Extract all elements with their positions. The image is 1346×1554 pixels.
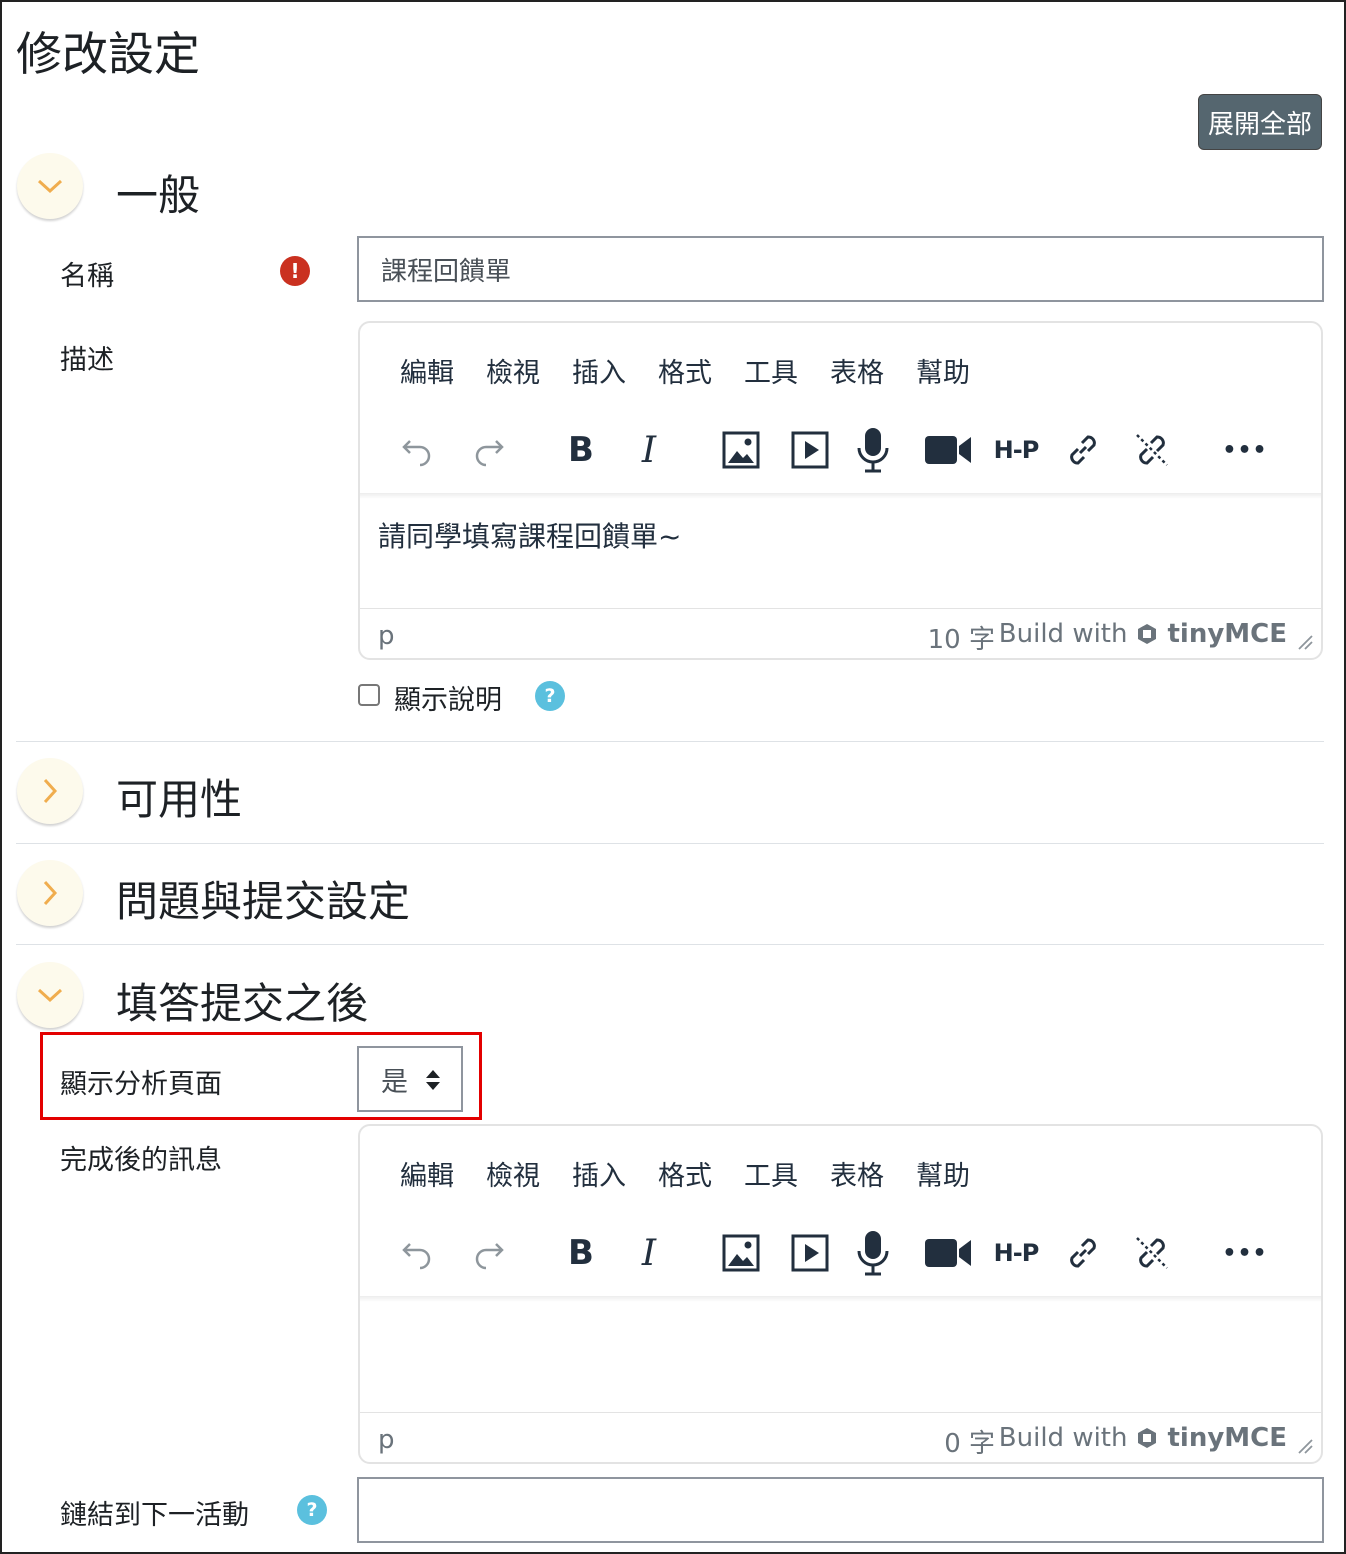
tinymce-wordmark: tinyMCE xyxy=(1167,1423,1287,1453)
h5p-icon[interactable]: H-P xyxy=(988,425,1044,475)
tinymce-wordmark: tinyMCE xyxy=(1167,619,1287,649)
link-icon[interactable] xyxy=(1058,1228,1108,1278)
editor-menubar: 編輯 檢視 插入 格式 工具 表格 幫助 xyxy=(400,1154,970,1193)
element-path[interactable]: p xyxy=(378,1425,395,1455)
toolbar-shadow xyxy=(360,1296,1321,1302)
show-description-label: 顯示說明 xyxy=(394,685,502,716)
menu-table[interactable]: 表格 xyxy=(830,351,884,390)
microphone-icon[interactable] xyxy=(848,1228,898,1278)
menu-format[interactable]: 格式 xyxy=(658,351,712,390)
tinymce-logo-icon xyxy=(1138,1428,1157,1448)
editor-statusbar: p 0 字 Build with tinyMCE xyxy=(360,1412,1321,1462)
menu-format[interactable]: 格式 xyxy=(658,1154,712,1193)
bold-icon[interactable]: B xyxy=(556,1228,606,1278)
editor-content[interactable]: 請同學填寫課程回饋單~ xyxy=(378,515,681,555)
section-divider xyxy=(16,741,1324,742)
menu-table[interactable]: 表格 xyxy=(830,1154,884,1193)
unlink-icon[interactable] xyxy=(1127,425,1177,475)
more-icon[interactable]: ••• xyxy=(1220,425,1270,475)
italic-icon[interactable]: I xyxy=(624,425,674,475)
description-label: 描述 xyxy=(60,345,114,376)
section-title-availability: 可用性 xyxy=(116,775,243,824)
menu-view[interactable]: 檢視 xyxy=(486,1154,540,1193)
microphone-icon[interactable] xyxy=(848,425,898,475)
next-activity-input[interactable] xyxy=(357,1477,1324,1543)
menu-help[interactable]: 幫助 xyxy=(916,351,970,390)
exclamation-icon: ! xyxy=(280,256,310,286)
section-toggle-availability[interactable] xyxy=(17,758,83,824)
menu-edit[interactable]: 編輯 xyxy=(400,1154,454,1193)
image-icon[interactable] xyxy=(716,425,766,475)
editor-menubar: 編輯 檢視 插入 格式 工具 表格 幫助 xyxy=(400,351,970,390)
build-with-label: Build with xyxy=(998,1423,1128,1453)
h5p-icon[interactable]: H-P xyxy=(988,1228,1044,1278)
word-count: 0 字 xyxy=(944,1429,995,1459)
link-icon[interactable] xyxy=(1058,425,1108,475)
menu-tools[interactable]: 工具 xyxy=(744,351,798,390)
name-label: 名稱 xyxy=(60,261,114,292)
build-with-label: Build with xyxy=(998,619,1128,649)
redo-icon[interactable] xyxy=(464,425,514,475)
redo-icon[interactable] xyxy=(464,1228,514,1278)
page-title: 修改設定 xyxy=(16,27,200,81)
element-path[interactable]: p xyxy=(378,621,395,651)
section-toggle-questions[interactable] xyxy=(17,860,83,926)
section-divider xyxy=(16,843,1324,844)
undo-icon[interactable] xyxy=(392,425,442,475)
bold-icon[interactable]: B xyxy=(556,425,606,475)
resize-handle-icon[interactable] xyxy=(1297,1438,1313,1454)
chevron-down-icon xyxy=(37,988,63,1003)
tinymce-branding[interactable]: Build with tinyMCE xyxy=(999,619,1287,649)
show-description-checkbox[interactable] xyxy=(358,684,380,706)
editor-toolbar: B I H-P ••• xyxy=(360,1214,1321,1298)
completion-editor: 編輯 檢視 插入 格式 工具 表格 幫助 B I H-P ••• p 0 字 B… xyxy=(358,1124,1323,1464)
menu-edit[interactable]: 編輯 xyxy=(400,351,454,390)
word-count: 10 字 xyxy=(927,625,995,655)
section-toggle-after-submit[interactable] xyxy=(17,962,83,1028)
unlink-icon[interactable] xyxy=(1127,1228,1177,1278)
image-icon[interactable] xyxy=(716,1228,766,1278)
menu-view[interactable]: 檢視 xyxy=(486,351,540,390)
section-title-general: 一般 xyxy=(116,171,201,220)
question-icon[interactable]: ? xyxy=(535,681,565,711)
completion-message-label: 完成後的訊息 xyxy=(60,1145,222,1176)
section-toggle-general[interactable] xyxy=(17,153,83,219)
section-divider xyxy=(16,944,1324,945)
chevron-right-icon xyxy=(43,778,58,804)
next-activity-label: 鏈結到下一活動 xyxy=(60,1500,249,1531)
video-camera-icon[interactable] xyxy=(920,425,976,475)
tinymce-branding[interactable]: Build with tinyMCE xyxy=(999,1423,1287,1453)
name-input[interactable]: 課程回饋單 xyxy=(357,236,1324,302)
resize-handle-icon[interactable] xyxy=(1297,634,1313,650)
menu-help[interactable]: 幫助 xyxy=(916,1154,970,1193)
highlight-box xyxy=(40,1032,482,1120)
tinymce-logo-icon xyxy=(1138,624,1157,644)
expand-all-button[interactable]: 展開全部 xyxy=(1198,94,1322,150)
section-title-questions: 問題與提交設定 xyxy=(116,877,411,926)
chevron-down-icon xyxy=(37,179,63,194)
italic-icon[interactable]: I xyxy=(624,1228,674,1278)
toolbar-shadow xyxy=(360,493,1321,499)
menu-insert[interactable]: 插入 xyxy=(572,1154,626,1193)
question-icon[interactable]: ? xyxy=(297,1495,327,1525)
media-icon[interactable] xyxy=(785,425,835,475)
video-camera-icon[interactable] xyxy=(920,1228,976,1278)
menu-insert[interactable]: 插入 xyxy=(572,351,626,390)
undo-icon[interactable] xyxy=(392,1228,442,1278)
menu-tools[interactable]: 工具 xyxy=(744,1154,798,1193)
section-title-after-submit: 填答提交之後 xyxy=(116,979,369,1028)
chevron-right-icon xyxy=(43,880,58,906)
editor-statusbar: p 10 字 Build with tinyMCE xyxy=(360,608,1321,658)
more-icon[interactable]: ••• xyxy=(1220,1228,1270,1278)
media-icon[interactable] xyxy=(785,1228,835,1278)
description-editor: 編輯 檢視 插入 格式 工具 表格 幫助 B I H-P ••• 請同學填寫課程… xyxy=(358,321,1323,660)
editor-toolbar: B I H-P ••• xyxy=(360,411,1321,495)
